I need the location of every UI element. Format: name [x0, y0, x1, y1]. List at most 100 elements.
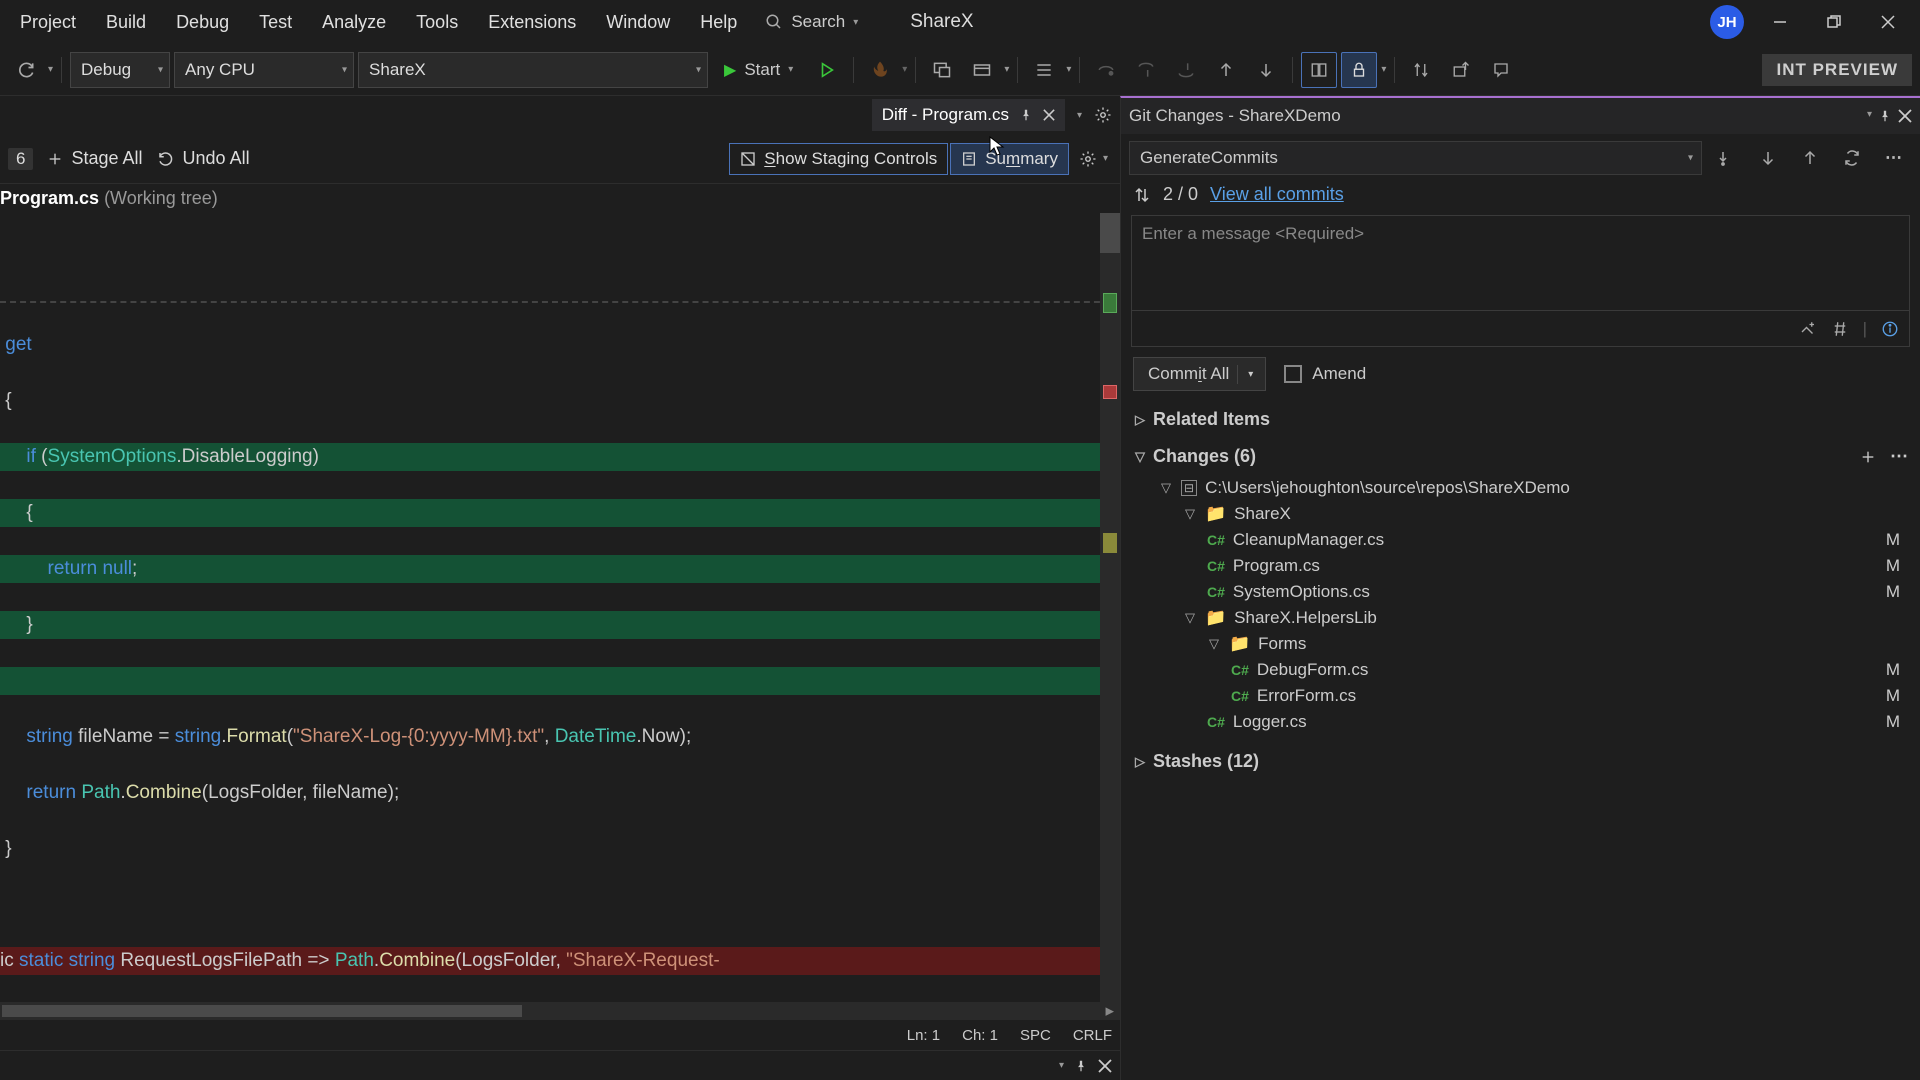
status-whitespace: SPC: [1020, 1027, 1051, 1044]
document-tab[interactable]: Diff - Program.cs: [872, 99, 1065, 131]
share-button[interactable]: [1443, 52, 1479, 88]
start-without-debug-button[interactable]: [809, 52, 845, 88]
chevron-down-icon[interactable]: ▾: [1867, 109, 1872, 123]
repo-root[interactable]: ▽⊟C:\Users\jehoughton\source\repos\Share…: [1133, 475, 1908, 501]
minimize-button[interactable]: [1754, 0, 1806, 44]
stashes-header[interactable]: ▷Stashes (12): [1121, 743, 1920, 780]
play-icon: ▶: [724, 60, 736, 80]
fetch-button[interactable]: [1708, 140, 1744, 176]
pin-icon[interactable]: [1019, 108, 1033, 122]
plus-icon[interactable]: [1860, 449, 1876, 465]
start-label: Start: [744, 60, 780, 80]
panel-header-tools: ▾: [0, 1050, 1120, 1080]
step-out-button[interactable]: [1168, 52, 1204, 88]
folder-helpers[interactable]: ▽📁ShareX.HelpersLib: [1133, 605, 1908, 631]
menu-tools[interactable]: Tools: [402, 8, 472, 37]
file-logger[interactable]: C#Logger.csM: [1133, 709, 1908, 735]
close-icon[interactable]: [1043, 109, 1055, 121]
config-dropdown[interactable]: Debug: [70, 52, 170, 88]
related-items-header[interactable]: ▷Related Items: [1121, 401, 1920, 438]
menu-window[interactable]: Window: [592, 8, 684, 37]
info-icon[interactable]: [1881, 320, 1899, 338]
menu-help[interactable]: Help: [686, 8, 751, 37]
close-button[interactable]: [1862, 0, 1914, 44]
show-staging-toggle[interactable]: Show Staging Controls: [729, 143, 948, 175]
gear-icon[interactable]: [1094, 106, 1112, 124]
platform-dropdown[interactable]: Any CPU: [174, 52, 354, 88]
status-modified: M: [1886, 556, 1908, 576]
close-icon[interactable]: [1098, 1059, 1112, 1073]
view-all-commits-link[interactable]: View all commits: [1210, 184, 1344, 205]
list-button[interactable]: [1026, 52, 1062, 88]
browser-link-button[interactable]: [924, 52, 960, 88]
hot-reload-button[interactable]: [862, 52, 898, 88]
menu-build[interactable]: Build: [92, 8, 160, 37]
arrow-down-button[interactable]: [1248, 52, 1284, 88]
status-modified: M: [1886, 660, 1908, 680]
search-label: Search: [791, 12, 845, 32]
lock-button[interactable]: [1341, 52, 1377, 88]
horizontal-scrollbar[interactable]: ▸: [0, 1002, 1120, 1020]
file-errorform[interactable]: C#ErrorForm.csM: [1133, 683, 1908, 709]
change-count: 6: [8, 148, 33, 170]
folder-sharex[interactable]: ▽📁ShareX: [1133, 501, 1908, 527]
sort-button[interactable]: [1403, 52, 1439, 88]
redo-button[interactable]: [8, 52, 44, 88]
user-avatar[interactable]: JH: [1710, 5, 1744, 39]
plus-icon: [47, 151, 63, 167]
summary-toggle[interactable]: Summary: [950, 143, 1069, 175]
diff-toolbar: 6 Stage All Undo All Show Staging Contro…: [0, 134, 1120, 184]
undo-icon: [157, 150, 175, 168]
layout-button[interactable]: [1301, 52, 1337, 88]
chevron-down-icon[interactable]: ▾: [1059, 1060, 1064, 1071]
search-box[interactable]: Search ▾: [753, 12, 870, 32]
up-down-icon: [1133, 186, 1151, 204]
file-debugform[interactable]: C#DebugForm.csM: [1133, 657, 1908, 683]
file-sysopts[interactable]: C#SystemOptions.csM: [1133, 579, 1908, 605]
chevron-down-icon[interactable]: ▾: [1237, 365, 1263, 384]
startup-dropdown[interactable]: ShareX: [358, 52, 708, 88]
chevron-down-icon[interactable]: ▾: [1071, 110, 1088, 121]
code-editor[interactable]: get { if (SystemOptions.DisableLogging) …: [0, 213, 1120, 1002]
ai-icon[interactable]: [1799, 320, 1817, 338]
start-button[interactable]: ▶ Start ▾: [712, 56, 805, 84]
live-share-button[interactable]: [964, 52, 1000, 88]
status-col: Ch: 1: [962, 1027, 998, 1044]
step-over-button[interactable]: [1088, 52, 1124, 88]
pull-button[interactable]: [1750, 140, 1786, 176]
gear-icon[interactable]: [1079, 150, 1097, 168]
chevron-down-icon[interactable]: ▾: [1099, 153, 1112, 164]
hash-icon[interactable]: [1831, 320, 1849, 338]
arrow-up-button[interactable]: [1208, 52, 1244, 88]
push-button[interactable]: [1792, 140, 1828, 176]
vertical-scrollbar[interactable]: [1100, 213, 1120, 1002]
commit-message-input[interactable]: Enter a message <Required>: [1132, 216, 1909, 310]
stage-all-button[interactable]: Stage All: [47, 148, 142, 169]
close-icon[interactable]: [1898, 109, 1912, 123]
csharp-icon: C#: [1207, 714, 1225, 730]
feedback-button[interactable]: [1483, 52, 1519, 88]
pin-icon[interactable]: [1878, 109, 1892, 123]
undo-all-button[interactable]: Undo All: [157, 148, 250, 169]
menu-analyze[interactable]: Analyze: [308, 8, 400, 37]
branch-dropdown[interactable]: GenerateCommits: [1129, 141, 1702, 175]
changes-header[interactable]: ▽Changes (6) ⋯: [1121, 438, 1920, 475]
step-into-button[interactable]: [1128, 52, 1164, 88]
menu-debug[interactable]: Debug: [162, 8, 243, 37]
menu-bar: Project Build Debug Test Analyze Tools E…: [0, 0, 1920, 44]
commit-all-button[interactable]: Commit All ▾: [1133, 357, 1266, 391]
menu-project[interactable]: Project: [6, 8, 90, 37]
pin-icon[interactable]: [1074, 1059, 1088, 1073]
amend-checkbox[interactable]: Amend: [1284, 364, 1366, 384]
more-button[interactable]: ⋯: [1876, 140, 1912, 176]
file-program[interactable]: C#Program.csM: [1133, 553, 1908, 579]
folder-forms[interactable]: ▽📁Forms: [1133, 631, 1908, 657]
maximize-button[interactable]: [1808, 0, 1860, 44]
menu-extensions[interactable]: Extensions: [474, 8, 590, 37]
more-button[interactable]: ⋯: [1890, 446, 1908, 467]
sync-button[interactable]: [1834, 140, 1870, 176]
search-icon: [765, 13, 783, 31]
menu-test[interactable]: Test: [245, 8, 306, 37]
commit-actions: Commit All ▾ Amend: [1121, 347, 1920, 401]
file-cleanup[interactable]: C#CleanupManager.csM: [1133, 527, 1908, 553]
